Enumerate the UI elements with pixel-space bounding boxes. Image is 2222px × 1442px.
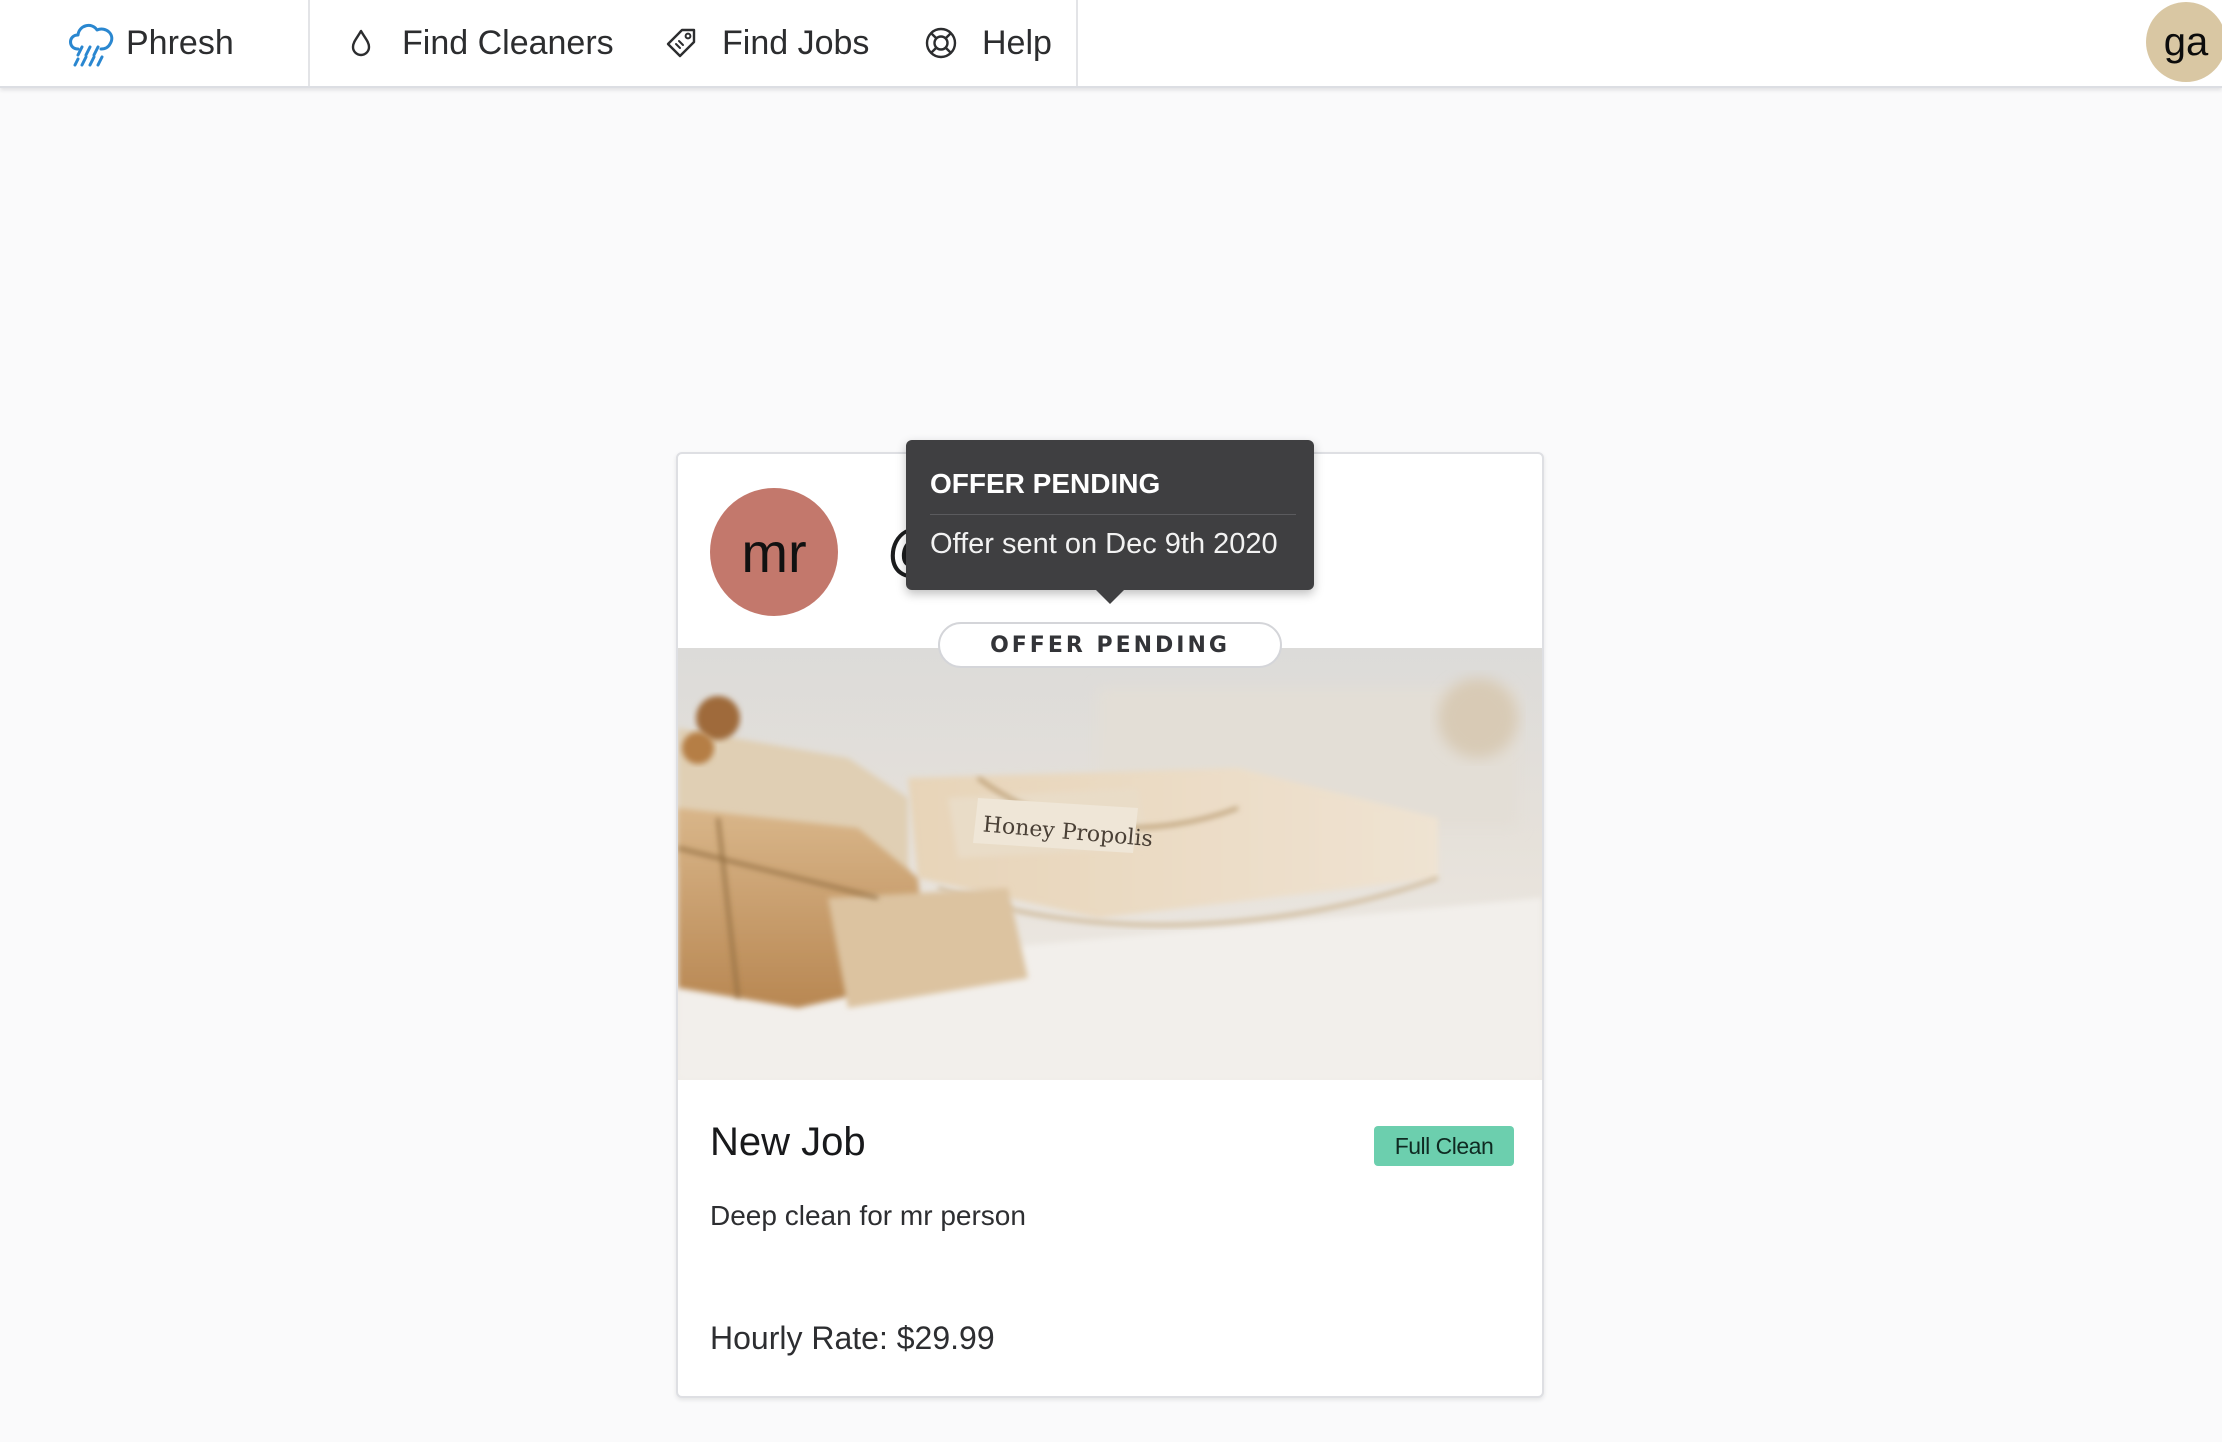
job-hourly-rate: Hourly Rate: $29.99 <box>710 1320 995 1356</box>
tooltip-header: OFFER PENDING <box>930 468 1161 499</box>
nav-find-jobs[interactable]: Find Jobs <box>664 0 869 86</box>
owner-avatar[interactable]: mr <box>710 488 838 616</box>
brand-label: Phresh <box>126 23 234 62</box>
droplet-icon <box>344 26 378 60</box>
user-avatar[interactable]: ga <box>2146 2 2222 82</box>
nav-help-label: Help <box>982 23 1052 62</box>
nav-divider <box>1076 0 1078 86</box>
status-tooltip: OFFER PENDING Offer sent on Dec 9th 2020 <box>906 440 1314 604</box>
nav-help[interactable]: Help <box>924 0 1052 86</box>
job-type-tag: Full Clean <box>1374 1126 1514 1166</box>
status-badge[interactable]: OFFER PENDING <box>938 622 1282 668</box>
nav-find-cleaners[interactable]: Find Cleaners <box>344 0 614 86</box>
job-image: Honey Propolis <box>678 648 1542 1080</box>
brand-link[interactable]: Phresh <box>64 0 234 86</box>
cloud-rain-icon <box>64 17 118 69</box>
nav-find-jobs-label: Find Jobs <box>722 23 870 62</box>
lifebuoy-icon <box>924 26 958 60</box>
tooltip-body: Offer sent on Dec 9th 2020 <box>930 528 1278 560</box>
tooltip-divider <box>930 514 1296 515</box>
nav-find-cleaners-label: Find Cleaners <box>402 23 614 62</box>
top-navbar: Phresh Find Cleaners Find Jobs Help ga <box>0 0 2222 88</box>
nav-divider <box>308 0 310 86</box>
tag-icon <box>664 26 698 60</box>
job-description: Deep clean for mr person <box>710 1200 1026 1231</box>
job-title: New Job <box>710 1120 866 1164</box>
